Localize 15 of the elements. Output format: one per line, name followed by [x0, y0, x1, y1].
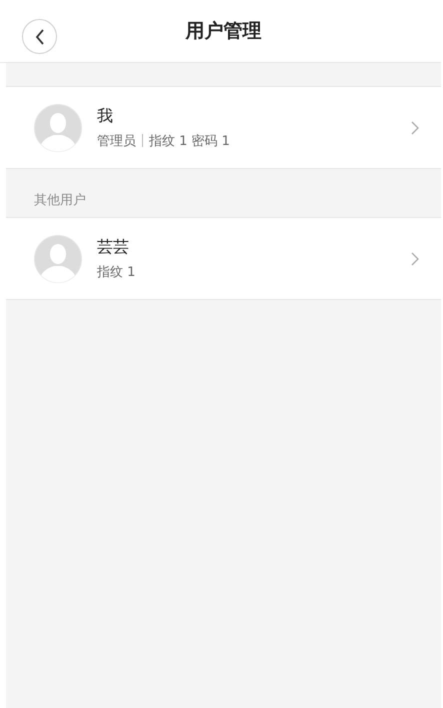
user-row[interactable]: 我 管理员 指纹 1 密码 1 [6, 86, 441, 169]
user-name: 我 [97, 106, 114, 126]
chevron-icon [411, 252, 419, 266]
user-details: 管理员 [97, 132, 136, 150]
back-icon [34, 28, 44, 44]
user-row[interactable]: 芸芸 指纹 1 [6, 217, 441, 300]
page-title: 用户管理 [186, 19, 262, 44]
user-details: 指纹 1 密码 1 [149, 132, 230, 150]
section-heading: 其他用户 [34, 192, 86, 209]
user-details: 指纹 1 [97, 264, 136, 280]
avatar-icon [34, 234, 82, 282]
back-button[interactable] [22, 19, 57, 54]
avatar-icon [34, 104, 82, 152]
chevron-icon [411, 120, 419, 134]
user-name: 芸芸 [97, 236, 130, 258]
